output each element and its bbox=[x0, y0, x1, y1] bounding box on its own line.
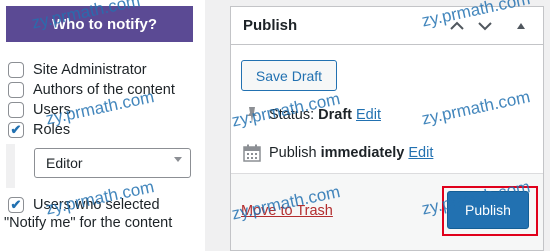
chevron-down-icon bbox=[478, 22, 492, 31]
notify-panel: Who to notify? Site Administrator Author… bbox=[0, 0, 205, 251]
notify-option-label: Users who selected bbox=[33, 197, 160, 213]
pin-icon bbox=[241, 105, 263, 125]
notify-option-site-administrator[interactable]: Site Administrator bbox=[8, 61, 147, 79]
notify-option-users[interactable]: Users bbox=[8, 101, 71, 119]
notify-option-label-line2: "Notify me" for the content bbox=[4, 215, 173, 231]
checkbox-checked[interactable]: ✔ bbox=[8, 122, 24, 138]
edit-status-link[interactable]: Edit bbox=[356, 107, 381, 123]
role-select-value: Editor bbox=[46, 155, 83, 171]
chevron-up-icon bbox=[450, 21, 464, 30]
move-down-button[interactable] bbox=[475, 16, 495, 36]
checkbox[interactable] bbox=[8, 82, 24, 98]
edit-schedule-link[interactable]: Edit bbox=[408, 145, 433, 161]
notify-option-label: Users bbox=[33, 102, 71, 118]
status-value: Draft bbox=[318, 107, 352, 123]
notify-option-roles[interactable]: ✔ Roles bbox=[8, 121, 70, 139]
triangle-up-icon bbox=[517, 23, 525, 29]
notify-option-label: Authors of the content bbox=[33, 82, 175, 98]
publish-box-header: Publish bbox=[231, 7, 543, 45]
move-up-button[interactable] bbox=[447, 16, 467, 36]
toggle-panel-button[interactable] bbox=[511, 16, 531, 36]
checkbox-checked[interactable]: ✔ bbox=[8, 197, 24, 213]
save-draft-button[interactable]: Save Draft bbox=[241, 60, 337, 91]
schedule-prefix: Publish bbox=[269, 145, 317, 161]
schedule-value: immediately bbox=[320, 145, 405, 161]
notify-option-label: Roles bbox=[33, 122, 71, 138]
roles-indent-bar bbox=[6, 144, 15, 188]
role-select[interactable]: Editor bbox=[34, 148, 191, 178]
notify-panel-title: Who to notify? bbox=[6, 6, 193, 42]
publish-box-title: Publish bbox=[243, 17, 298, 34]
publish-box-footer: Move to Trash Publish bbox=[231, 173, 543, 250]
checkbox[interactable] bbox=[8, 102, 24, 118]
notify-option-users-selected[interactable]: ✔ Users who selected bbox=[8, 196, 198, 214]
move-to-trash-link[interactable]: Move to Trash bbox=[241, 203, 333, 219]
post-status-row: Status: Draft Edit bbox=[241, 105, 381, 125]
notify-option-label: Site Administrator bbox=[33, 62, 147, 78]
chevron-down-icon bbox=[174, 157, 182, 162]
publish-button[interactable]: Publish bbox=[447, 191, 529, 229]
checkbox[interactable] bbox=[8, 62, 24, 78]
status-prefix: Status: bbox=[269, 107, 315, 123]
notify-option-authors[interactable]: Authors of the content bbox=[8, 81, 175, 99]
calendar-icon bbox=[241, 143, 263, 163]
publish-schedule-row: Publish immediately Edit bbox=[241, 143, 433, 163]
publish-box: Publish Save Draft Status: Draft Edit Pu… bbox=[230, 6, 544, 251]
